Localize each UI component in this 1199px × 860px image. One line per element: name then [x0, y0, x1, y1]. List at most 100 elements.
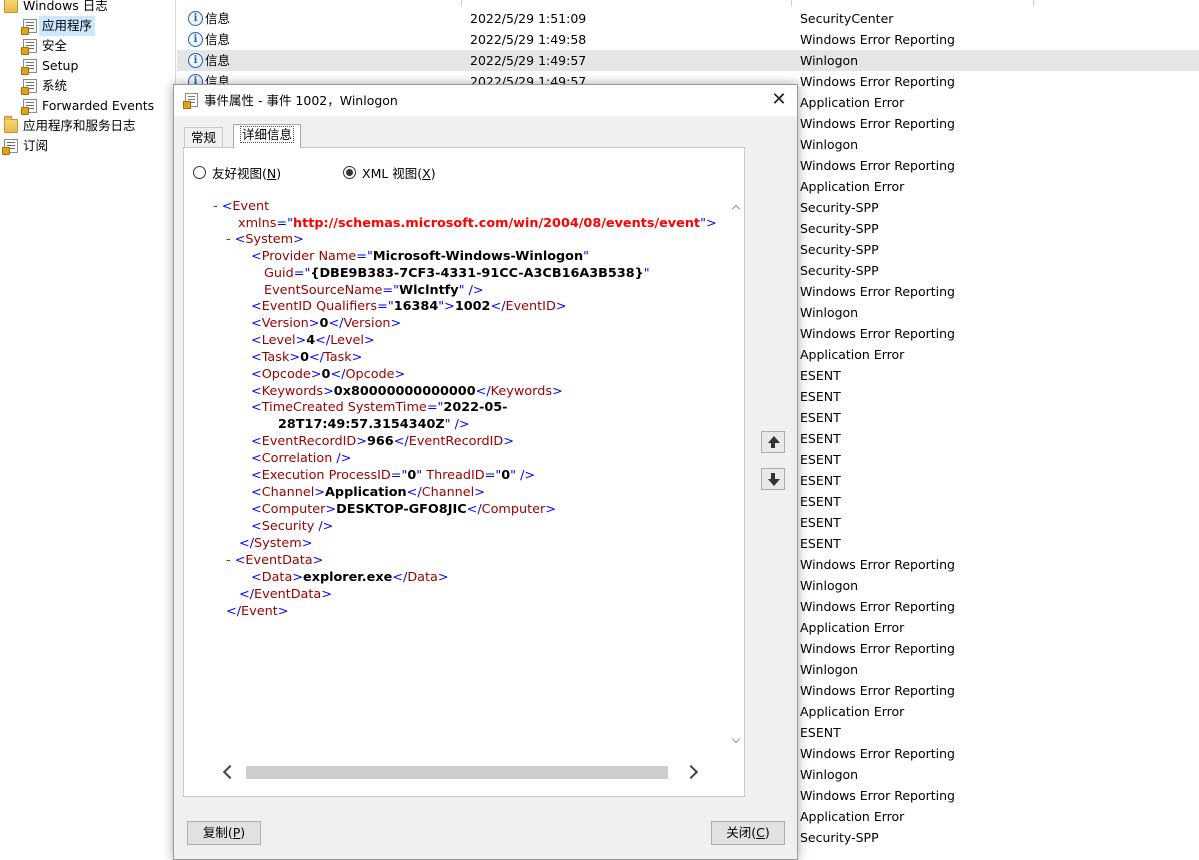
tab-details-label: 详细信息	[240, 126, 295, 143]
event-row[interactable]: i 信息 2022/5/29 1:49:58 Windows Error Report…	[177, 29, 1199, 50]
xml-token: >	[292, 570, 304, 585]
xml-token: >	[308, 316, 320, 331]
scroll-right-icon[interactable]	[684, 763, 701, 780]
tree-item-label: Setup	[42, 58, 79, 73]
log-icon	[21, 19, 37, 35]
xml-token: <	[251, 485, 262, 500]
collapse-toggle[interactable]: -	[213, 199, 222, 214]
radio-button-selected[interactable]	[343, 166, 356, 179]
column-separator[interactable]	[1033, 0, 1034, 6]
xml-token: 0	[407, 468, 417, 483]
tree-item[interactable]: Forwarded Events	[21, 96, 154, 116]
xml-token: ="	[377, 299, 394, 314]
scroll-down-arrow-icon[interactable]	[731, 734, 741, 744]
tab-details[interactable]: 详细信息	[233, 124, 302, 148]
xml-line: <Channel>Application</Channel>	[251, 484, 485, 501]
friendly-view-radio[interactable]: 友好视图(N)	[193, 163, 281, 182]
xml-token: ="	[390, 468, 408, 483]
xml-token: <	[251, 468, 262, 483]
tree-item[interactable]: 应用程序和服务日志	[4, 116, 136, 136]
tree-item[interactable]: 系统	[21, 76, 67, 96]
xml-token: " />	[510, 468, 536, 483]
xml-token: Keywords	[490, 384, 552, 399]
event-properties-dialog: 事件属性 - 事件 1002，Winlogon ✕ 常规 详细信息 友好视图(N…	[173, 84, 798, 860]
xml-token: ">	[438, 299, 455, 314]
scrollbar-thumb[interactable]	[246, 766, 668, 779]
event-source: Application Error	[800, 704, 905, 719]
xml-token: 1002	[454, 299, 491, 314]
event-source: Windows Error Reporting	[800, 158, 955, 173]
xml-token: Computer	[261, 502, 326, 517]
xml-token: <	[251, 451, 262, 466]
tree-item[interactable]: 订阅	[2, 136, 48, 156]
close-button[interactable]: 关闭(C)	[711, 821, 785, 845]
event-source: Windows Error Reporting	[800, 788, 955, 803]
xml-token: 0	[501, 468, 511, 483]
next-event-button[interactable]	[761, 468, 785, 490]
tree-item-label: 应用程序和服务日志	[23, 118, 136, 133]
xml-token: </	[328, 316, 344, 331]
event-source: SecurityCenter	[800, 11, 894, 26]
scroll-up-arrow-icon[interactable]	[731, 204, 741, 214]
tree-item[interactable]: Setup	[21, 56, 79, 76]
tab-general[interactable]: 常规	[184, 127, 224, 147]
info-icon: i	[188, 53, 203, 68]
dialog-titlebar[interactable]: 事件属性 - 事件 1002，Winlogon ✕	[174, 85, 797, 116]
xml-token: >	[323, 384, 334, 399]
tree-item-label: Windows 日志	[23, 0, 108, 13]
horizontal-scrollbar[interactable]	[219, 763, 719, 780]
xml-token: 0x80000000000000	[333, 384, 476, 399]
column-separator[interactable]	[461, 0, 462, 6]
xml-line: <Correlation />	[251, 450, 351, 467]
xml-view-radio[interactable]: XML 视图(X)	[343, 163, 436, 182]
collapse-toggle[interactable]: -	[226, 553, 235, 568]
xml-token: <	[251, 316, 262, 331]
event-source: ESENT	[800, 494, 841, 509]
tree-item[interactable]: Windows 日志	[4, 0, 108, 16]
event-source: ESENT	[800, 389, 841, 404]
xml-line: <EventID Qualifiers="16384">1002</EventI…	[251, 298, 567, 315]
xml-token: </	[330, 367, 346, 382]
xml-token: >	[394, 367, 406, 382]
event-row[interactable]: i 信息 2022/5/29 1:51:09 SecurityCenter	[177, 8, 1199, 29]
event-row[interactable]: i 信息 2022/5/29 1:49:57 Winlogon	[177, 50, 1199, 71]
xml-token: Level	[330, 333, 364, 348]
xml-token: EventData	[245, 553, 313, 568]
event-source: Application Error	[800, 347, 905, 362]
xml-view-label: XML 视图(X)	[362, 166, 436, 181]
level-text: 信息	[205, 53, 231, 68]
xml-line: </EventData>	[239, 586, 332, 603]
xml-token: EventID Qualifiers	[261, 299, 378, 314]
event-source: Windows Error Reporting	[800, 32, 955, 47]
xml-line: <Computer>DESKTOP-GFO8JIC</Computer>	[251, 501, 556, 518]
xml-token: </	[490, 299, 506, 314]
tree-item[interactable]: 应用程序	[21, 16, 96, 36]
tree-item[interactable]: 安全	[21, 36, 67, 56]
xml-view-content[interactable]: - <Event xmlns="http://schemas.microsoft.…	[201, 190, 741, 763]
event-source: Windows Error Reporting	[800, 641, 955, 656]
xml-token: Version	[261, 316, 309, 331]
collapse-toggle[interactable]: -	[226, 232, 235, 247]
event-source: Windows Error Reporting	[800, 683, 955, 698]
xml-token: Event	[232, 199, 270, 214]
close-icon[interactable]: ✕	[767, 88, 791, 112]
event-source: Winlogon	[800, 53, 859, 68]
event-source: Windows Error Reporting	[800, 746, 955, 761]
xml-token: Wlclntfy	[398, 283, 459, 298]
radio-button[interactable]	[193, 166, 206, 179]
event-source: Winlogon	[800, 662, 859, 677]
xml-token: ="	[293, 266, 311, 281]
xml-token: >	[312, 553, 324, 568]
column-separator[interactable]	[791, 0, 792, 6]
dialog-title: 事件属性 - 事件 1002，Winlogon	[204, 93, 398, 108]
xml-token: </	[466, 502, 482, 517]
copy-button[interactable]: 复制(P)	[187, 821, 261, 845]
xml-token: 966	[366, 434, 394, 449]
previous-event-button[interactable]	[761, 431, 785, 453]
scroll-left-icon[interactable]	[219, 763, 236, 780]
xml-token: EventRecordID	[261, 434, 357, 449]
event-source: Application Error	[800, 179, 905, 194]
xml-token: </	[315, 333, 331, 348]
xml-token: Version	[343, 316, 391, 331]
xml-line: </Event>	[226, 603, 288, 620]
